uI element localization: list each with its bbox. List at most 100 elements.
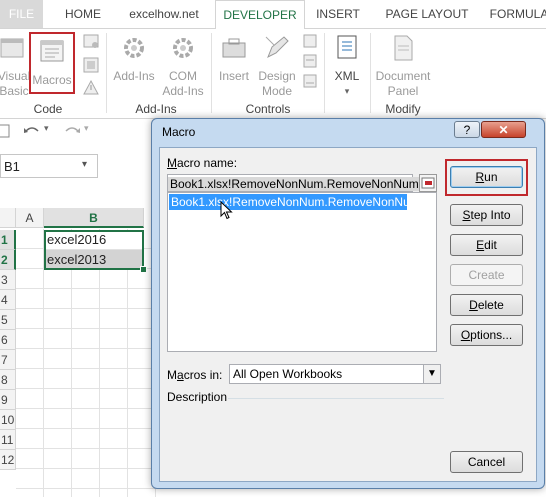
options-button[interactable]: Options... <box>450 324 523 346</box>
com-addins-label-2: Add-Ins <box>162 84 204 98</box>
modify-group-label: Modify <box>385 102 421 116</box>
run-button[interactable]: Run <box>450 166 523 188</box>
relative-references-icon[interactable] <box>82 56 100 74</box>
collapse-dialog-icon <box>421 177 435 189</box>
addins-button[interactable]: Add-Ins <box>110 33 158 84</box>
close-button[interactable]: ✕ <box>481 121 526 138</box>
macros-in-label: Macros in: <box>167 368 223 382</box>
group-separator <box>370 33 371 113</box>
record-macro-icon[interactable] <box>82 33 100 51</box>
row-header[interactable]: 1 <box>0 230 16 250</box>
redo-icon[interactable] <box>62 124 82 138</box>
chevron-down-icon[interactable]: ▼ <box>423 365 440 383</box>
macros-label: Macros <box>32 73 72 87</box>
properties-icon[interactable] <box>302 33 318 49</box>
selection-border <box>44 230 144 270</box>
row-header[interactable]: 5 <box>0 310 16 330</box>
row-header[interactable]: 12 <box>0 450 16 470</box>
macro-name-value: Book1.xlsx!RemoveNonNum.RemoveNonNum <box>168 177 419 191</box>
step-into-button[interactable]: Step Into <box>450 204 523 226</box>
xml-button[interactable]: XML ▾ <box>328 33 366 99</box>
macros-in-select[interactable]: All Open Workbooks ▼ <box>229 364 441 384</box>
macros-in-value: All Open Workbooks <box>233 367 343 381</box>
xml-label: XML <box>334 69 360 83</box>
tab-file[interactable]: FILE <box>0 0 43 28</box>
close-icon: ✕ <box>498 123 509 137</box>
tab-page-layout[interactable]: PAGE LAYOUT <box>377 0 477 28</box>
design-mode-label-2: Mode <box>261 84 293 98</box>
undo-icon[interactable] <box>22 124 42 138</box>
document-panel-button[interactable]: Document Panel <box>372 33 434 99</box>
macros-icon <box>40 40 64 62</box>
dialog-title: Macro <box>162 125 196 139</box>
save-icon[interactable] <box>0 124 10 138</box>
delete-button[interactable]: Delete <box>450 294 523 316</box>
view-code-icon[interactable] <box>302 53 318 69</box>
gear-icon <box>173 38 193 58</box>
row-header[interactable]: 11 <box>0 430 16 450</box>
chevron-down-icon[interactable]: ▾ <box>44 123 49 134</box>
group-separator <box>211 33 212 113</box>
select-all-corner[interactable] <box>0 208 16 228</box>
description-area <box>167 408 443 476</box>
code-group-label: Code <box>33 102 63 116</box>
fill-handle[interactable] <box>140 266 147 273</box>
macro-security-icon[interactable] <box>82 79 100 97</box>
visual-basic-button[interactable]: Visual Basic <box>0 33 32 99</box>
quick-access-toolbar: ▾ ▾ <box>0 119 160 145</box>
gear-icon <box>124 38 144 58</box>
row-header[interactable]: 3 <box>0 270 16 290</box>
macro-name-label: Macro name: <box>167 156 238 170</box>
chevron-down-icon[interactable]: ▾ <box>84 123 89 134</box>
chevron-down-icon: ▾ <box>344 86 350 96</box>
visual-basic-label-1: Visual <box>0 69 31 83</box>
mouse-cursor-icon <box>220 201 233 220</box>
row-header[interactable]: 7 <box>0 350 16 370</box>
run-dialog-icon[interactable] <box>302 73 318 89</box>
row-header[interactable]: 10 <box>0 410 16 430</box>
document-panel-label-2: Panel <box>387 84 419 98</box>
help-button[interactable]: ? <box>454 121 480 138</box>
description-divider <box>228 398 444 399</box>
macros-button[interactable]: Macros <box>29 32 75 94</box>
group-separator <box>324 33 325 113</box>
list-item[interactable]: Book1.xlsx!RemoveNonNum.RemoveNonNum <box>169 194 420 210</box>
row-header[interactable]: 8 <box>0 370 16 390</box>
design-mode-icon <box>265 36 289 59</box>
row-header[interactable]: 4 <box>0 290 16 310</box>
com-addins-label-1: COM <box>169 69 197 83</box>
row-header[interactable]: 6 <box>0 330 16 350</box>
visual-basic-icon <box>0 38 24 58</box>
ribbon: Visual Basic Macros Code Add-Ins COM Add… <box>0 29 546 119</box>
tab-excelhow[interactable]: excelhow.net <box>118 0 210 28</box>
cancel-button[interactable]: Cancel <box>450 451 523 473</box>
controls-group-label: Controls <box>245 102 291 116</box>
description-label: Description <box>167 390 228 404</box>
visual-basic-label-2: Basic <box>0 84 29 98</box>
macro-name-input[interactable]: Book1.xlsx!RemoveNonNum.RemoveNonNum <box>167 174 419 192</box>
group-separator <box>106 33 107 113</box>
row-header[interactable]: 9 <box>0 390 16 410</box>
design-mode-label-1: Design <box>258 69 296 83</box>
help-icon: ? <box>463 123 471 137</box>
collapse-dialog-button[interactable] <box>419 174 437 192</box>
column-header-a[interactable]: A <box>16 208 44 228</box>
document-panel-icon <box>394 35 413 61</box>
tab-home[interactable]: HOME <box>58 0 108 28</box>
column-header-b[interactable]: B <box>44 208 144 228</box>
com-addins-button[interactable]: COM Add-Ins <box>160 33 206 99</box>
document-panel-label-1: Document <box>375 69 431 83</box>
ribbon-tab-bar: FILE HOME excelhow.net DEVELOPER INSERT … <box>0 0 546 30</box>
row-header[interactable]: 2 <box>0 250 16 270</box>
insert-control-button[interactable]: Insert <box>214 33 254 84</box>
tab-developer[interactable]: DEVELOPER <box>215 0 305 30</box>
design-mode-button[interactable]: Design Mode <box>256 33 298 99</box>
addins-label: Add-Ins <box>113 69 155 83</box>
chevron-down-icon[interactable]: ▾ <box>82 159 87 170</box>
macro-list[interactable]: Book1.xlsx!RemoveNonNum.RemoveNonNum <box>167 192 437 352</box>
tab-formulas[interactable]: FORMULA <box>484 0 546 28</box>
insert-control-label: Insert <box>218 69 249 83</box>
xml-icon <box>337 35 357 59</box>
tab-insert[interactable]: INSERT <box>308 0 368 28</box>
edit-button[interactable]: Edit <box>450 234 523 256</box>
